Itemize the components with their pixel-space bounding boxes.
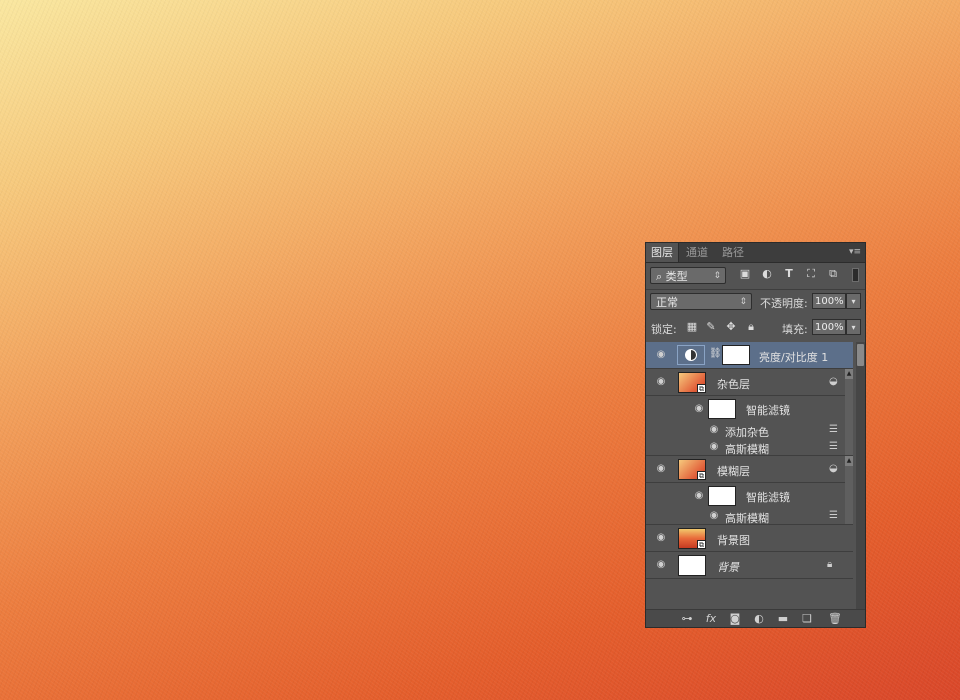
scrollbar-thumb[interactable] [857,344,864,366]
layers-scrollbar[interactable] [856,342,865,609]
layer-row[interactable]: ◉ 智能滤镜 [646,483,853,508]
layer-row[interactable]: ◉ ⧉ 杂色层 ◒ [646,369,853,396]
layer-name[interactable]: 高斯模糊 [725,510,769,526]
filter-toggle[interactable] [852,268,859,282]
fx-icon[interactable]: fx [704,612,718,625]
layer-name[interactable]: 亮度/对比度 1 [759,349,828,365]
tab-paths[interactable]: 路径 [717,243,749,262]
mask-link-icon[interactable]: ⛓ [709,348,722,359]
lock-transparent-icon[interactable]: ▦ [685,320,699,334]
layer-row[interactable]: ◉ ⧉ 背景图 [646,525,853,552]
layer-thumbnail [678,555,706,576]
layer-mask-thumbnail[interactable] [722,345,750,365]
visibility-eye-icon[interactable]: ◉ [654,350,668,360]
layer-row[interactable]: ◉ 高斯模糊 ☰ [646,508,853,525]
divider [646,289,865,290]
tab-channels[interactable]: 通道 [681,243,713,262]
layer-name[interactable]: 智能滤镜 [746,489,790,505]
panel-tabbar: 图层 通道 路径 ▾≡ [646,243,865,263]
smart-filter-indicator-icon: ◒ [829,376,838,387]
smart-object-badge-icon: ⧉ [697,540,706,549]
visibility-eye-icon[interactable]: ◉ [654,377,668,387]
lock-all-icon[interactable]: 🔒︎ [744,320,758,334]
opacity-label: 不透明度: [760,297,808,310]
layer-name[interactable]: 杂色层 [717,376,750,392]
blend-row: 正常 ⇕ 不透明度: 100% ▾ [646,293,865,311]
visibility-eye-icon[interactable]: ◉ [654,560,668,570]
visibility-eye-icon[interactable]: ◉ [692,491,706,501]
visibility-eye-icon[interactable]: ◉ [654,533,668,543]
delete-icon[interactable]: 🗑︎ [828,612,842,625]
new-layer-icon[interactable]: ❏ [800,612,814,625]
type-filter-icon[interactable]: T [782,267,796,281]
smart-object-badge-icon: ⧉ [697,384,706,393]
layer-name[interactable]: 智能滤镜 [746,402,790,418]
smart-filter-indicator-icon: ◒ [829,463,838,474]
stepper-arrows-icon: ⇕ [739,297,747,307]
adjustment-filter-icon[interactable]: ◐ [760,267,774,281]
opacity-input[interactable]: 100% [812,293,846,309]
tab-layers[interactable]: 图层 [646,243,679,262]
layer-name[interactable]: 模糊层 [717,463,750,479]
filter-kind-label: 类型 [665,270,688,283]
layers-panel: 图层 通道 路径 ▾≡ ⌕ 类型 ⇕ ▣ ◐ T ⛶ ⧉ 正常 ⇕ 不透明度: … [645,242,866,628]
layers-footer: ⊶ fx ◙ ◐ ▬ ❏ 🗑︎ [646,609,865,627]
new-adjustment-icon[interactable]: ◐ [752,612,766,625]
blend-mode-label: 正常 [656,296,678,309]
opacity-dropdown-button[interactable]: ▾ [846,293,861,309]
scroll-up-icon[interactable]: ▲ [845,456,853,466]
layer-name[interactable]: 背景 [717,559,739,575]
layer-row[interactable]: ◉ 添加杂色 ☰ [646,422,853,439]
layer-name[interactable]: 背景图 [717,532,750,548]
layer-row[interactable]: ◉ ⧉ 模糊层 ◒ [646,456,853,483]
search-icon: ⌕ [656,270,663,283]
shape-filter-icon[interactable]: ⛶ [804,267,818,281]
lock-position-icon[interactable]: ✥ [724,320,738,334]
filter-blending-options-icon[interactable]: ☰ [829,510,838,521]
layer-row[interactable]: ◉ 背景 🔒︎ [646,552,853,579]
adjustment-layer-icon [677,345,705,365]
fill-label: 填充: [782,323,808,336]
layer-row[interactable]: ◉ 智能滤镜 [646,396,853,422]
filter-mask-thumbnail[interactable] [708,486,736,506]
layer-row[interactable]: ◉ 高斯模糊 ☰ [646,439,853,456]
visibility-eye-icon[interactable]: ◉ [707,511,721,521]
add-mask-icon[interactable]: ◙ [728,612,742,625]
lock-label: 锁定: [651,323,677,336]
layer-row[interactable]: ◉ ⛓ 亮度/对比度 1 [646,342,853,369]
link-layers-icon[interactable]: ⊶ [680,612,694,625]
lock-row: 锁定: ▦ ✎ ✥ 🔒︎ 填充: 100% ▾ [646,319,865,337]
smart-object-filter-icon[interactable]: ⧉ [826,267,840,281]
visibility-eye-icon[interactable]: ◉ [707,442,721,452]
filter-row: ⌕ 类型 ⇕ ▣ ◐ T ⛶ ⧉ [646,267,865,285]
stepper-arrows-icon: ⇕ [713,271,721,281]
filter-kind-select[interactable]: ⌕ 类型 ⇕ [650,267,726,284]
visibility-eye-icon[interactable]: ◉ [707,425,721,435]
lock-paint-icon[interactable]: ✎ [704,320,718,334]
layer-name[interactable]: 高斯模糊 [725,441,769,457]
panel-menu-icon[interactable]: ▾≡ [849,247,861,257]
filter-blending-options-icon[interactable]: ☰ [829,441,838,452]
fill-input[interactable]: 100% [812,319,846,335]
filter-mask-thumbnail[interactable] [708,399,736,419]
smart-object-badge-icon: ⧉ [697,471,706,480]
fill-dropdown-button[interactable]: ▾ [846,319,861,335]
blend-mode-select[interactable]: 正常 ⇕ [650,293,752,310]
filter-blending-options-icon[interactable]: ☰ [829,424,838,435]
layer-name[interactable]: 添加杂色 [725,424,769,440]
lock-icon: 🔒︎ [827,559,833,570]
visibility-eye-icon[interactable]: ◉ [654,464,668,474]
visibility-eye-icon[interactable]: ◉ [692,404,706,414]
image-filter-icon[interactable]: ▣ [738,267,752,281]
layers-list: ◉ ⛓ 亮度/对比度 1 ◉ ⧉ 杂色层 ◒ ▲ ◉ 智能滤镜 ◉ 添加杂色 ☰ [646,342,865,609]
scroll-up-icon[interactable]: ▲ [845,369,853,379]
new-group-icon[interactable]: ▬ [776,612,790,625]
